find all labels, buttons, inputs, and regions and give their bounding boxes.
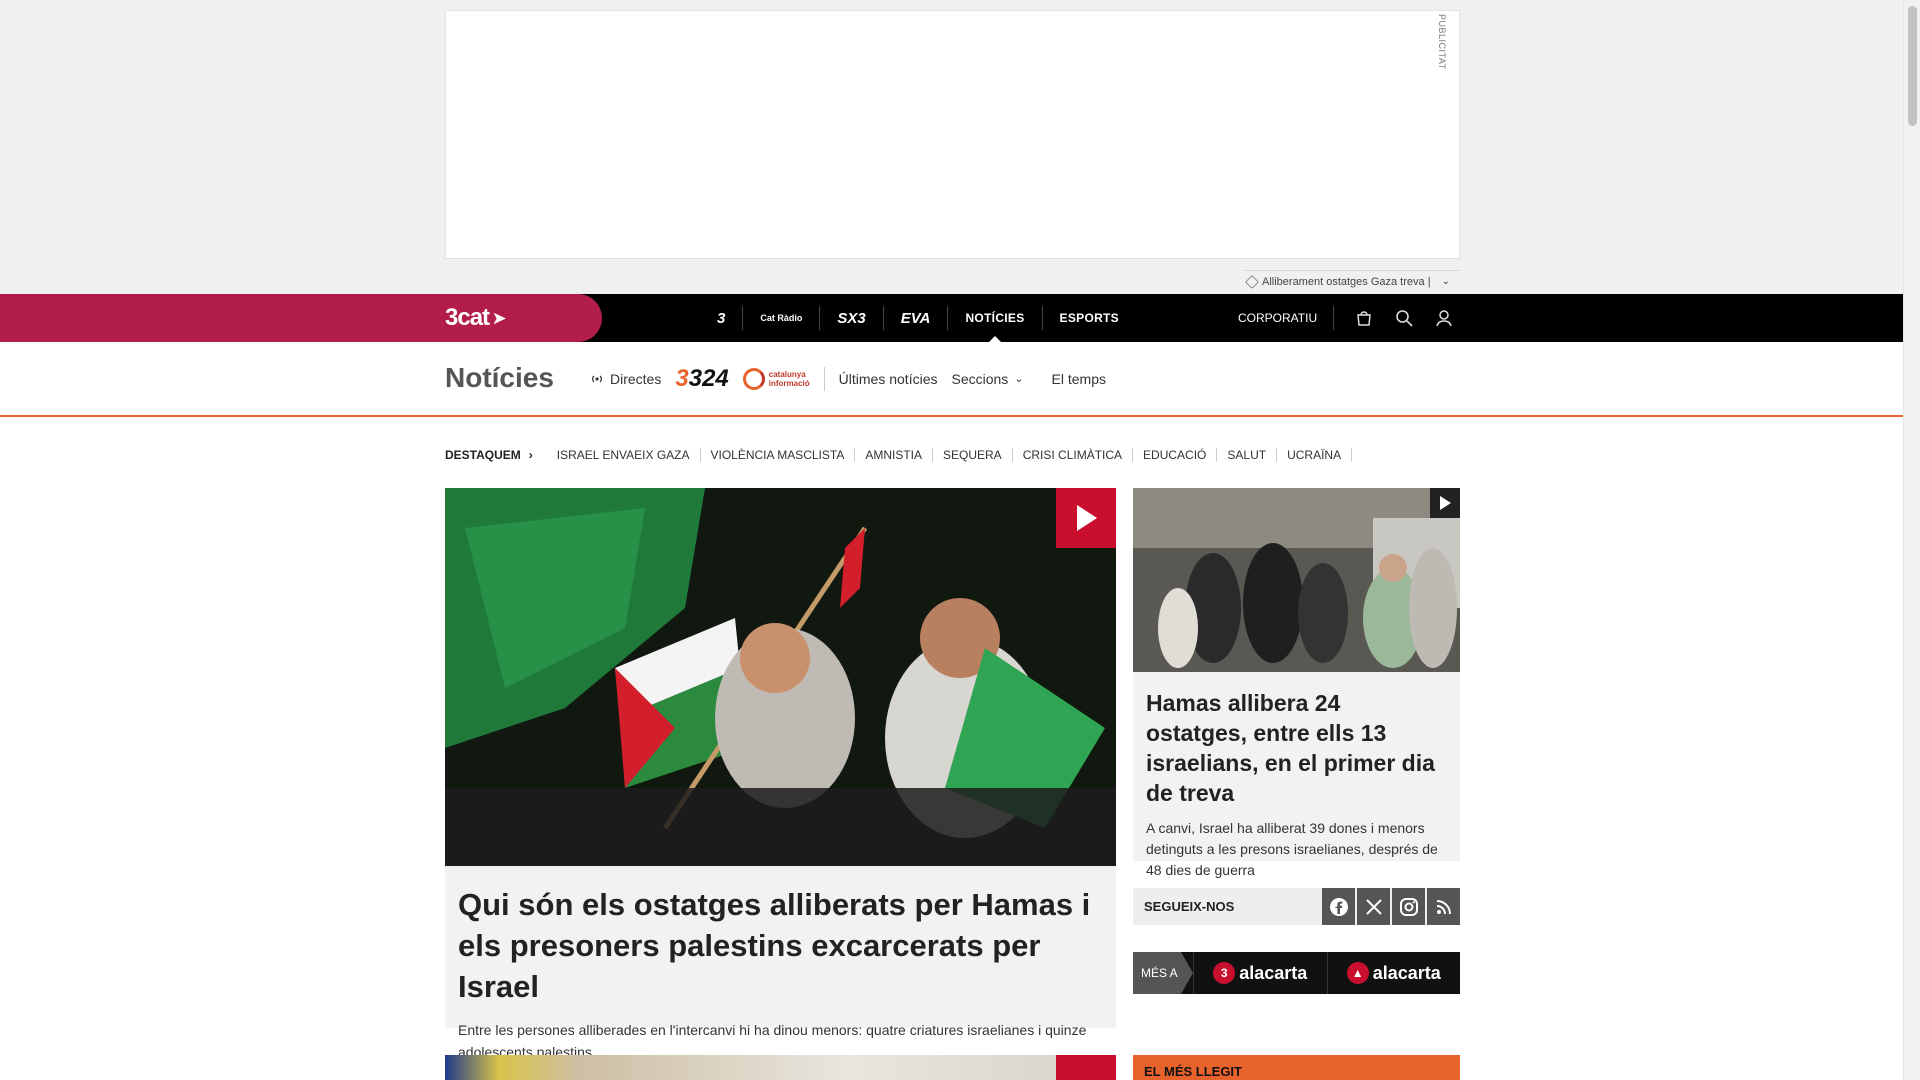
channel-eva[interactable]: EVA [884, 306, 949, 330]
tag-item[interactable]: SEQUERA [933, 448, 1013, 462]
divider [823, 366, 825, 391]
side-story-image[interactable] [1133, 488, 1460, 672]
logo-324[interactable]: 3324 [675, 365, 728, 393]
tag-item[interactable]: UCRAÏNA [1277, 448, 1353, 462]
ultimes-noticies-link[interactable]: Últimes notícies [839, 371, 938, 387]
ad-band: PUBLICITAT Alliberament ostatges Gaza tr… [0, 0, 1903, 294]
facebook-icon[interactable] [1322, 888, 1355, 925]
chevron-down-icon: ⌄ [1014, 373, 1024, 385]
section-subnav: Directes 3324 catalunya informació Últime… [590, 342, 1106, 415]
alacarta-bar: MÉS A 3 alacarta ▲ alacarta [1133, 952, 1460, 994]
shop-icon[interactable] [1354, 308, 1374, 328]
brand-arrow-icon: ➤ [489, 310, 505, 328]
main-story-card[interactable]: Qui són els ostatges alliberats per Hama… [445, 866, 1116, 1060]
nav-corporatiu[interactable]: CORPORATIU [1238, 306, 1335, 330]
el-temps-link[interactable]: El temps [1052, 371, 1106, 387]
x-icon[interactable] [1357, 888, 1390, 925]
alacarta-label: MÉS A [1133, 952, 1193, 994]
live-broadcast-icon [592, 375, 602, 382]
directes-link[interactable]: Directes [590, 371, 661, 387]
follow-us-bar: SEGUEIX-NOS [1133, 888, 1460, 925]
ad-label: PUBLICITAT [1437, 14, 1447, 70]
catradio-badge-icon: ▲ [1346, 962, 1369, 984]
chevron-right-icon: › [528, 448, 533, 462]
tag-item[interactable]: ISRAEL ENVAEIX GAZA [547, 448, 701, 462]
nav-right: CORPORATIU [1238, 294, 1454, 342]
next-story-image[interactable] [445, 1055, 1116, 1080]
top-nav: 3cat ➤ 3 Cat Ràdio SX3 EVA NOTÍCIES ESPO… [0, 294, 1903, 342]
channel-catradio[interactable]: Cat Ràdio [743, 306, 821, 330]
tv3-alacarta-link[interactable]: 3 alacarta [1193, 952, 1327, 994]
play-icon [1077, 505, 1097, 531]
ticker-text[interactable]: Alliberament ostatges Gaza treva | [1262, 276, 1431, 288]
rss-icon[interactable] [1427, 888, 1460, 925]
page-scrollbar[interactable] [1903, 0, 1920, 1080]
catradio-alacarta-link[interactable]: ▲ alacarta [1326, 952, 1461, 994]
channel-sx3[interactable]: SX3 [820, 306, 884, 330]
seccions-dropdown[interactable]: Seccions ⌄ [951, 371, 1023, 387]
play-video-button[interactable] [1056, 1055, 1116, 1080]
side-story-summary: A canvi, Israel ha alliberat 39 dones i … [1146, 820, 1438, 878]
nav-esports[interactable]: ESPORTS [1043, 306, 1136, 330]
ci-logo-mark [742, 367, 765, 390]
main-story-image[interactable] [445, 488, 1116, 866]
play-video-button-small[interactable] [1430, 488, 1460, 518]
tag-item[interactable]: VIOLÈNCIA MASCLISTA [701, 448, 856, 462]
brand-logo[interactable]: 3cat ➤ [445, 304, 506, 332]
brand-block: 3cat ➤ [0, 294, 602, 342]
channel-list: 3 Cat Ràdio SX3 EVA NOTÍCIES ESPORTS [700, 294, 1136, 342]
section-title[interactable]: Notícies [445, 362, 554, 394]
search-icon[interactable] [1394, 308, 1414, 328]
tag-item[interactable]: SALUT [1217, 448, 1278, 462]
tag-icon [1244, 274, 1260, 289]
user-icon[interactable] [1434, 308, 1454, 328]
side-story-card[interactable]: Hamas allibera 24 ostatges, entre ells 1… [1133, 672, 1460, 878]
tag-item[interactable]: CRISI CLIMÀTICA [1013, 448, 1134, 462]
play-video-button[interactable] [1056, 488, 1116, 548]
crowd-flags-illustration [445, 488, 1116, 866]
chevron-down-icon[interactable]: ⌄ [1442, 276, 1450, 287]
side-story-title[interactable]: Hamas allibera 24 ostatges, entre ells 1… [1146, 688, 1447, 808]
highlight-tags: DESTAQUEM › ISRAEL ENVAEIX GAZA VIOLÈNCI… [445, 445, 1353, 465]
trending-ticker[interactable]: Alliberament ostatges Gaza treva | ⌄ [1244, 270, 1460, 292]
channel-tv3[interactable]: 3 [700, 306, 744, 330]
hostage-release-illustration [1133, 488, 1460, 672]
tv3-badge-icon: 3 [1213, 962, 1236, 984]
nav-noticies[interactable]: NOTÍCIES [948, 306, 1043, 342]
tag-item[interactable]: EDUCACIÓ [1133, 448, 1218, 462]
destaquem-label: DESTAQUEM › [445, 448, 533, 462]
ad-slot[interactable] [445, 10, 1460, 259]
logo-catalunya-informacio[interactable]: catalunya informació [742, 367, 810, 390]
main-story-title[interactable]: Qui són els ostatges alliberats per Hama… [458, 884, 1103, 1007]
play-icon [1440, 496, 1451, 510]
instagram-icon[interactable] [1392, 888, 1425, 925]
most-read-header: EL MÉS LLEGIT [1133, 1055, 1460, 1080]
tag-item[interactable]: AMNISTIA [855, 448, 933, 462]
section-header: Notícies Directes 3324 catalunya informac… [0, 342, 1903, 417]
scrollbar-thumb[interactable] [1908, 6, 1917, 126]
follow-us-label: SEGUEIX-NOS [1144, 899, 1235, 914]
